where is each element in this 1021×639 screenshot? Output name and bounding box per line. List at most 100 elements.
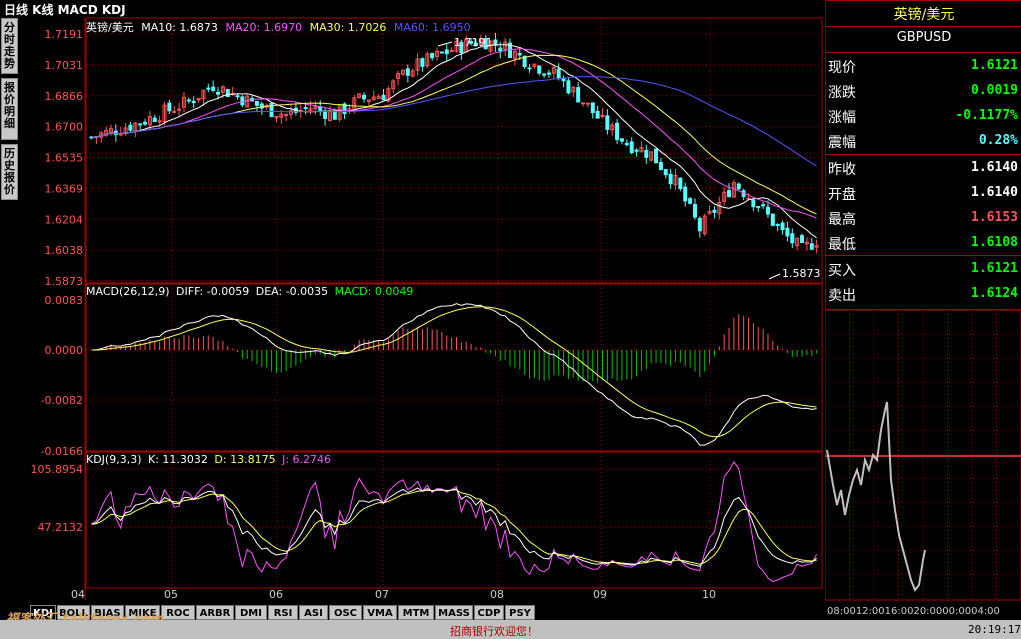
candle-body	[537, 65, 542, 74]
side-tab-intraday[interactable]: 分时走势	[1, 18, 18, 74]
quote-separator	[826, 52, 1021, 53]
price-y-tick: 1.5873	[45, 275, 84, 288]
indicator-tab-cdp[interactable]: CDP	[474, 605, 504, 620]
candle-body	[634, 149, 639, 152]
macd-title: MACD(26,12,9)	[86, 285, 170, 298]
candle-body	[498, 47, 503, 52]
candle-body	[254, 100, 259, 106]
side-tab-history[interactable]: 历史报价	[1, 144, 18, 200]
candle-body	[143, 121, 148, 125]
candle-body	[605, 115, 610, 130]
x-axis-label: 09	[593, 588, 607, 601]
side-tabs: 分时走势 报价明细 历史报价	[0, 18, 20, 200]
indicator-tab-arbr[interactable]: ARBR	[196, 605, 234, 620]
candle-body	[527, 67, 532, 70]
price-y-tick: 1.7191	[45, 28, 84, 41]
quote-separator	[826, 255, 1021, 256]
ma10-value: MA10: 1.6873	[141, 21, 218, 34]
ma20-line	[91, 48, 817, 219]
candle-body	[206, 87, 211, 90]
x-axis-label: 06	[269, 588, 283, 601]
price-y-tick: 1.6866	[45, 90, 84, 103]
candle-body	[585, 102, 590, 105]
candle-body	[517, 52, 522, 56]
candle-body	[235, 95, 240, 98]
macd-y-tick: 0.0083	[45, 294, 84, 307]
chart-area[interactable]: 1.7191 1.7031 1.6866 1.6700 1.6535 1.6369 1.62…	[0, 0, 824, 603]
kdj-legend: KDJ(9,3,3) K: 11.3032 D: 13.8175 J: 6.27…	[86, 453, 331, 466]
candle-body	[444, 49, 449, 55]
price-y-tick: 1.6204	[45, 213, 84, 226]
macd-diff-line	[91, 303, 817, 446]
quote-row-value: 1.6121	[971, 58, 1018, 73]
candle-body	[746, 197, 751, 200]
quote-row-value: 1.6121	[971, 261, 1018, 276]
indicator-tab-psy[interactable]: PSY	[505, 605, 535, 620]
candle-body	[225, 88, 230, 98]
candle-body	[381, 94, 386, 101]
candle-body	[688, 198, 693, 204]
quote-row-label: 震幅	[828, 135, 856, 151]
quote-row-label: 涨幅	[828, 110, 856, 126]
macd-y-tick: 0.0000	[45, 344, 84, 357]
candle-body	[785, 227, 790, 237]
candle-body	[581, 102, 586, 105]
candle-body	[770, 213, 775, 226]
macd-panel-frame	[85, 283, 823, 452]
intraday-chart[interactable]: 08:0012:0016:0020:0000:0004:00	[825, 310, 1021, 620]
candle-body	[663, 169, 668, 176]
candle-body	[152, 117, 157, 123]
x-axis-label: 07	[375, 588, 389, 601]
indicator-tab-asi[interactable]: ASI	[299, 605, 328, 620]
low-annotation: 1.5873	[782, 267, 821, 280]
quote-row-value: 0.28%	[978, 133, 1018, 148]
candle-body	[323, 110, 328, 119]
kdj-y-tick: 105.8954	[31, 463, 84, 476]
quote-row: 买入 1.6121	[826, 257, 1021, 282]
candle-body	[118, 133, 123, 136]
quote-separator	[826, 154, 1021, 155]
candle-body	[615, 122, 620, 141]
intraday-x-labels: 08:0012:0016:0020:0000:0004:00	[827, 606, 1000, 617]
quote-row: 最低 1.6108	[826, 231, 1021, 256]
indicator-tab-mtm[interactable]: MTM	[398, 605, 434, 620]
macd-dea-line	[91, 306, 817, 438]
quote-row: 涨幅 -0.1177%	[826, 104, 1021, 129]
candle-body	[765, 206, 770, 215]
indicator-tab-osc[interactable]: OSC	[329, 605, 362, 620]
kdj-k: K: 11.3032	[148, 453, 208, 466]
kdj-j-line	[91, 460, 818, 582]
price-y-tick: 1.6535	[45, 152, 84, 165]
quote-row-label: 开盘	[828, 187, 856, 203]
kdj-d: D: 13.8175	[214, 453, 276, 466]
candle-body	[751, 199, 756, 208]
indicator-tab-vma[interactable]: VMA	[363, 605, 397, 620]
quote-row: 震幅 0.28%	[826, 129, 1021, 154]
indicator-tab-dmi[interactable]: DMI	[235, 605, 267, 620]
indicator-tab-roc[interactable]: ROC	[161, 605, 195, 620]
candle-body	[303, 107, 308, 110]
quote-row: 现价 1.6121	[826, 54, 1021, 79]
price-y-tick: 1.6038	[45, 244, 84, 257]
indicator-tab-mass[interactable]: MASS	[435, 605, 473, 620]
candle-body	[619, 138, 624, 142]
candle-body	[683, 186, 688, 202]
candle-body	[644, 149, 649, 158]
indicator-tab-rsi[interactable]: RSI	[268, 605, 298, 620]
candle-body	[216, 91, 221, 95]
quote-row-value: 1.6153	[971, 210, 1018, 225]
status-message: 招商银行欢迎您！	[450, 625, 538, 638]
candle-body	[186, 99, 191, 102]
candle-body	[172, 110, 177, 113]
candle-body	[712, 209, 717, 213]
macd-value: MACD: 0.0049	[334, 285, 414, 298]
quote-row-value: 1.6140	[971, 185, 1018, 200]
candle-body	[546, 72, 551, 75]
macd-diff: DIFF: -0.0059	[176, 285, 250, 298]
candle-body	[654, 148, 659, 164]
quote-row-label: 买入	[828, 263, 856, 279]
macd-y-tick: -0.0082	[41, 394, 83, 407]
side-tab-quote-detail[interactable]: 报价明细	[1, 78, 18, 140]
kdj-title: KDJ(9,3,3)	[86, 453, 142, 466]
x-axis-label: 10	[702, 588, 716, 601]
